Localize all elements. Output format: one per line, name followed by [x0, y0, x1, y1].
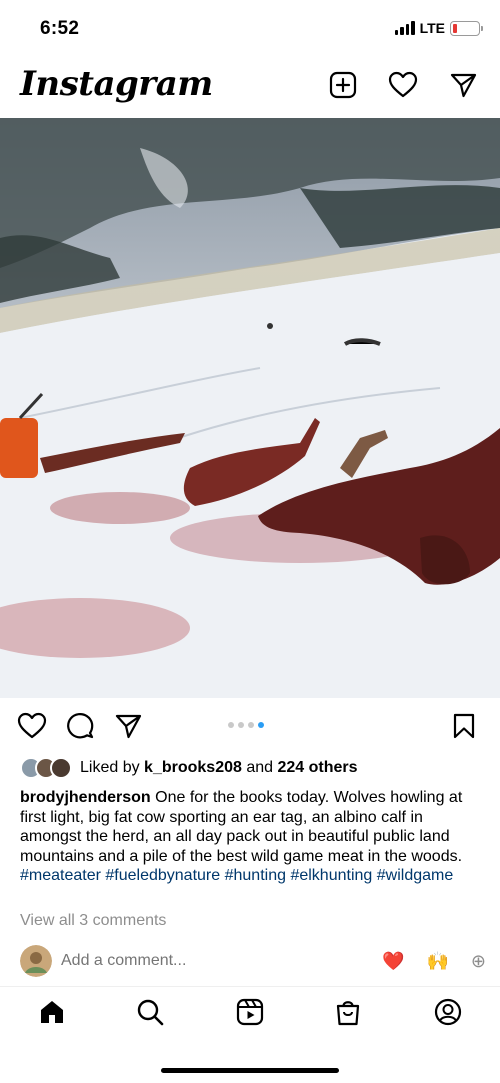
liker-username[interactable]: k_brooks208: [144, 759, 242, 777]
bottom-navigation: [0, 992, 500, 1034]
status-time: 6:52: [40, 18, 80, 39]
instagram-logo[interactable]: Instagram: [20, 64, 213, 104]
like-heart-icon[interactable]: [16, 710, 48, 742]
hashtag[interactable]: #meateater: [20, 867, 101, 884]
likes-prefix: Liked by: [80, 759, 140, 776]
likes-others[interactable]: 224 others: [278, 759, 358, 777]
direct-message-icon[interactable]: [448, 70, 478, 100]
liker-avatars: [20, 757, 72, 779]
status-indicators: LTE: [394, 20, 483, 36]
comment-input[interactable]: [61, 952, 361, 970]
network-label: LTE: [419, 20, 445, 36]
post-actions: [0, 708, 500, 746]
bookmark-icon[interactable]: [448, 710, 480, 742]
signal-icon: [394, 21, 415, 35]
profile-icon[interactable]: [432, 996, 464, 1028]
status-bar: 6:52 LTE: [0, 0, 500, 56]
heart-icon[interactable]: [388, 70, 418, 100]
hashtag[interactable]: #wildgame: [377, 867, 453, 884]
add-comment-row: ❤️ 🙌 ⊕: [20, 944, 486, 978]
header-actions: [328, 70, 478, 100]
app-header: Instagram: [0, 56, 500, 118]
hashtag[interactable]: #fueledbynature: [105, 867, 220, 884]
post-image[interactable]: [0, 118, 500, 698]
shop-icon[interactable]: [332, 996, 364, 1028]
hashtag[interactable]: #elkhunting: [290, 867, 372, 884]
caption-username[interactable]: brodyjhenderson: [20, 789, 151, 806]
likes-summary[interactable]: Liked by k_brooks208 and 224 others: [20, 756, 358, 780]
battery-icon: [450, 20, 483, 36]
likes-joiner: and: [246, 759, 274, 776]
search-icon[interactable]: [134, 996, 166, 1028]
home-indicator[interactable]: [161, 1068, 339, 1073]
comment-icon[interactable]: [64, 710, 96, 742]
carousel-dot: [228, 722, 234, 728]
reels-icon[interactable]: [234, 996, 266, 1028]
hashtag[interactable]: #hunting: [225, 867, 286, 884]
carousel-dot: [248, 722, 254, 728]
raised-hands-reaction[interactable]: 🙌: [426, 952, 448, 970]
share-icon[interactable]: [112, 710, 144, 742]
divider: [0, 986, 500, 987]
add-reaction-icon[interactable]: ⊕: [471, 952, 486, 970]
red-heart-reaction[interactable]: ❤️: [382, 952, 404, 970]
home-icon[interactable]: [36, 996, 68, 1028]
carousel-dot-active: [258, 722, 264, 728]
carousel-dot: [238, 722, 244, 728]
avatar: [50, 757, 72, 779]
view-all-comments-link[interactable]: View all 3 comments: [20, 912, 166, 930]
carousel-indicator: [228, 722, 264, 728]
avatar: [20, 945, 52, 977]
quick-reactions: ❤️ 🙌 ⊕: [382, 952, 486, 970]
add-post-icon[interactable]: [328, 70, 358, 100]
post-caption: brodyjhenderson One for the books today.…: [20, 788, 486, 886]
